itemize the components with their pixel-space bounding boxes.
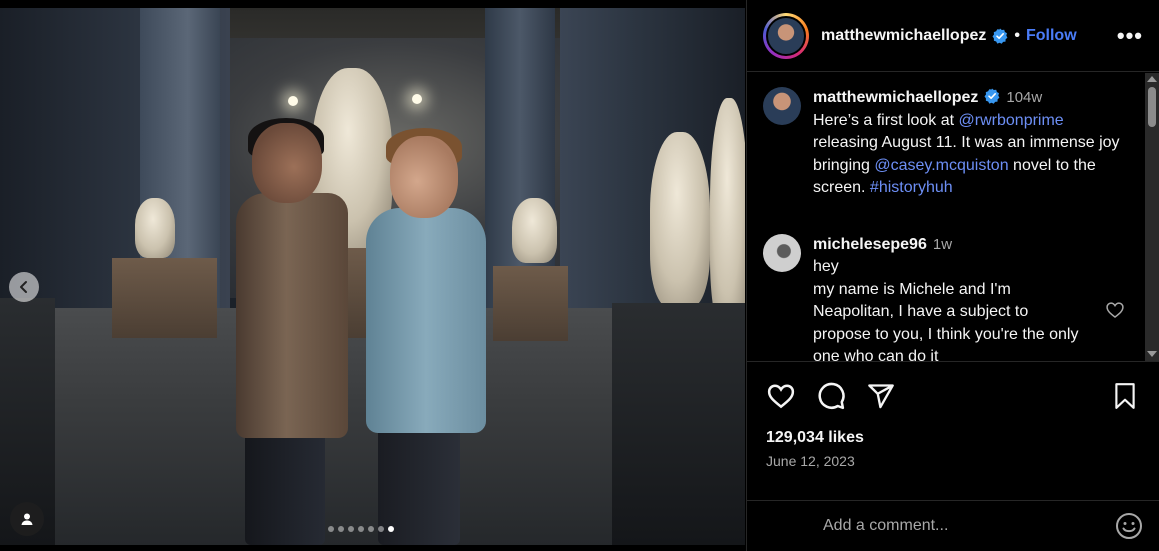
carousel-indicator bbox=[328, 526, 394, 532]
share-icon bbox=[868, 384, 894, 409]
commenter-avatar[interactable] bbox=[763, 233, 801, 272]
scroll-up-arrow[interactable] bbox=[1147, 76, 1157, 82]
post-media[interactable] bbox=[0, 8, 745, 545]
header-separator: • bbox=[1014, 26, 1020, 44]
commenter-username[interactable]: michelesepe96 bbox=[813, 236, 927, 253]
caption: matthewmichaellopez 104w Here’s a first … bbox=[747, 73, 1159, 200]
save-button[interactable] bbox=[1109, 380, 1141, 412]
carousel-dot bbox=[348, 526, 354, 532]
comment-time[interactable]: 1w bbox=[933, 236, 952, 253]
bookmark-icon bbox=[1115, 383, 1135, 409]
caption-time[interactable]: 104w bbox=[1006, 89, 1042, 106]
mention-link[interactable]: @rwrbonprime bbox=[959, 112, 1064, 129]
post-photo bbox=[0, 8, 745, 545]
carousel-dot bbox=[378, 526, 384, 532]
likes-count[interactable]: 129,034 likes bbox=[747, 429, 1159, 447]
add-comment-input[interactable] bbox=[823, 517, 1115, 535]
scroll-down-arrow[interactable] bbox=[1147, 351, 1157, 357]
carousel-dot bbox=[368, 526, 374, 532]
more-options-button[interactable]: ••• bbox=[1117, 23, 1143, 49]
emoji-icon[interactable] bbox=[1115, 512, 1143, 540]
post-actions: 129,034 likes June 12, 2023 bbox=[747, 361, 1159, 501]
like-button[interactable] bbox=[765, 380, 797, 412]
follow-button[interactable]: Follow bbox=[1026, 27, 1077, 45]
share-button[interactable] bbox=[865, 380, 897, 412]
chevron-left-icon bbox=[20, 281, 27, 293]
post-header: matthewmichaellopez • Follow ••• bbox=[747, 0, 1159, 72]
comments-scrollbar[interactable] bbox=[1145, 73, 1159, 361]
like-comment-heart-icon[interactable] bbox=[1105, 300, 1125, 320]
comment-text: my name is Michele and I'm Neapolitan, I… bbox=[813, 280, 1079, 362]
caption-text: Here’s a first look at bbox=[813, 111, 959, 129]
carousel-dot bbox=[388, 526, 394, 532]
carousel-dot bbox=[358, 526, 364, 532]
author-avatar[interactable] bbox=[763, 12, 809, 59]
post-side-panel: matthewmichaellopez • Follow ••• matthew… bbox=[746, 0, 1159, 551]
add-comment-bar bbox=[747, 500, 1159, 551]
post-date[interactable]: June 12, 2023 bbox=[747, 453, 1159, 469]
comment-text: hey bbox=[813, 258, 839, 275]
scroll-thumb[interactable] bbox=[1148, 87, 1156, 127]
carousel-dot bbox=[328, 526, 334, 532]
tagged-users-button[interactable] bbox=[10, 502, 44, 536]
carousel-dot bbox=[338, 526, 344, 532]
caption-username[interactable]: matthewmichaellopez bbox=[813, 89, 978, 106]
comments-list[interactable]: matthewmichaellopez 104w Here’s a first … bbox=[747, 73, 1159, 361]
author-username[interactable]: matthewmichaellopez bbox=[821, 27, 986, 45]
user-tag-icon bbox=[21, 513, 33, 525]
caption-avatar[interactable] bbox=[763, 87, 801, 125]
heart-icon bbox=[767, 384, 795, 409]
mention-link[interactable]: @casey.mcquiston bbox=[874, 157, 1008, 174]
verified-badge-icon bbox=[992, 28, 1008, 44]
previous-slide-button[interactable] bbox=[9, 272, 39, 302]
comment-item: michelesepe96 1w hey my name is Michele a… bbox=[747, 220, 1159, 362]
comment-button[interactable] bbox=[815, 380, 847, 412]
comment-icon bbox=[818, 382, 845, 410]
more-icon: ••• bbox=[1116, 22, 1143, 48]
hashtag-link[interactable]: #historyhuh bbox=[870, 179, 953, 196]
verified-badge-icon bbox=[984, 88, 1000, 104]
